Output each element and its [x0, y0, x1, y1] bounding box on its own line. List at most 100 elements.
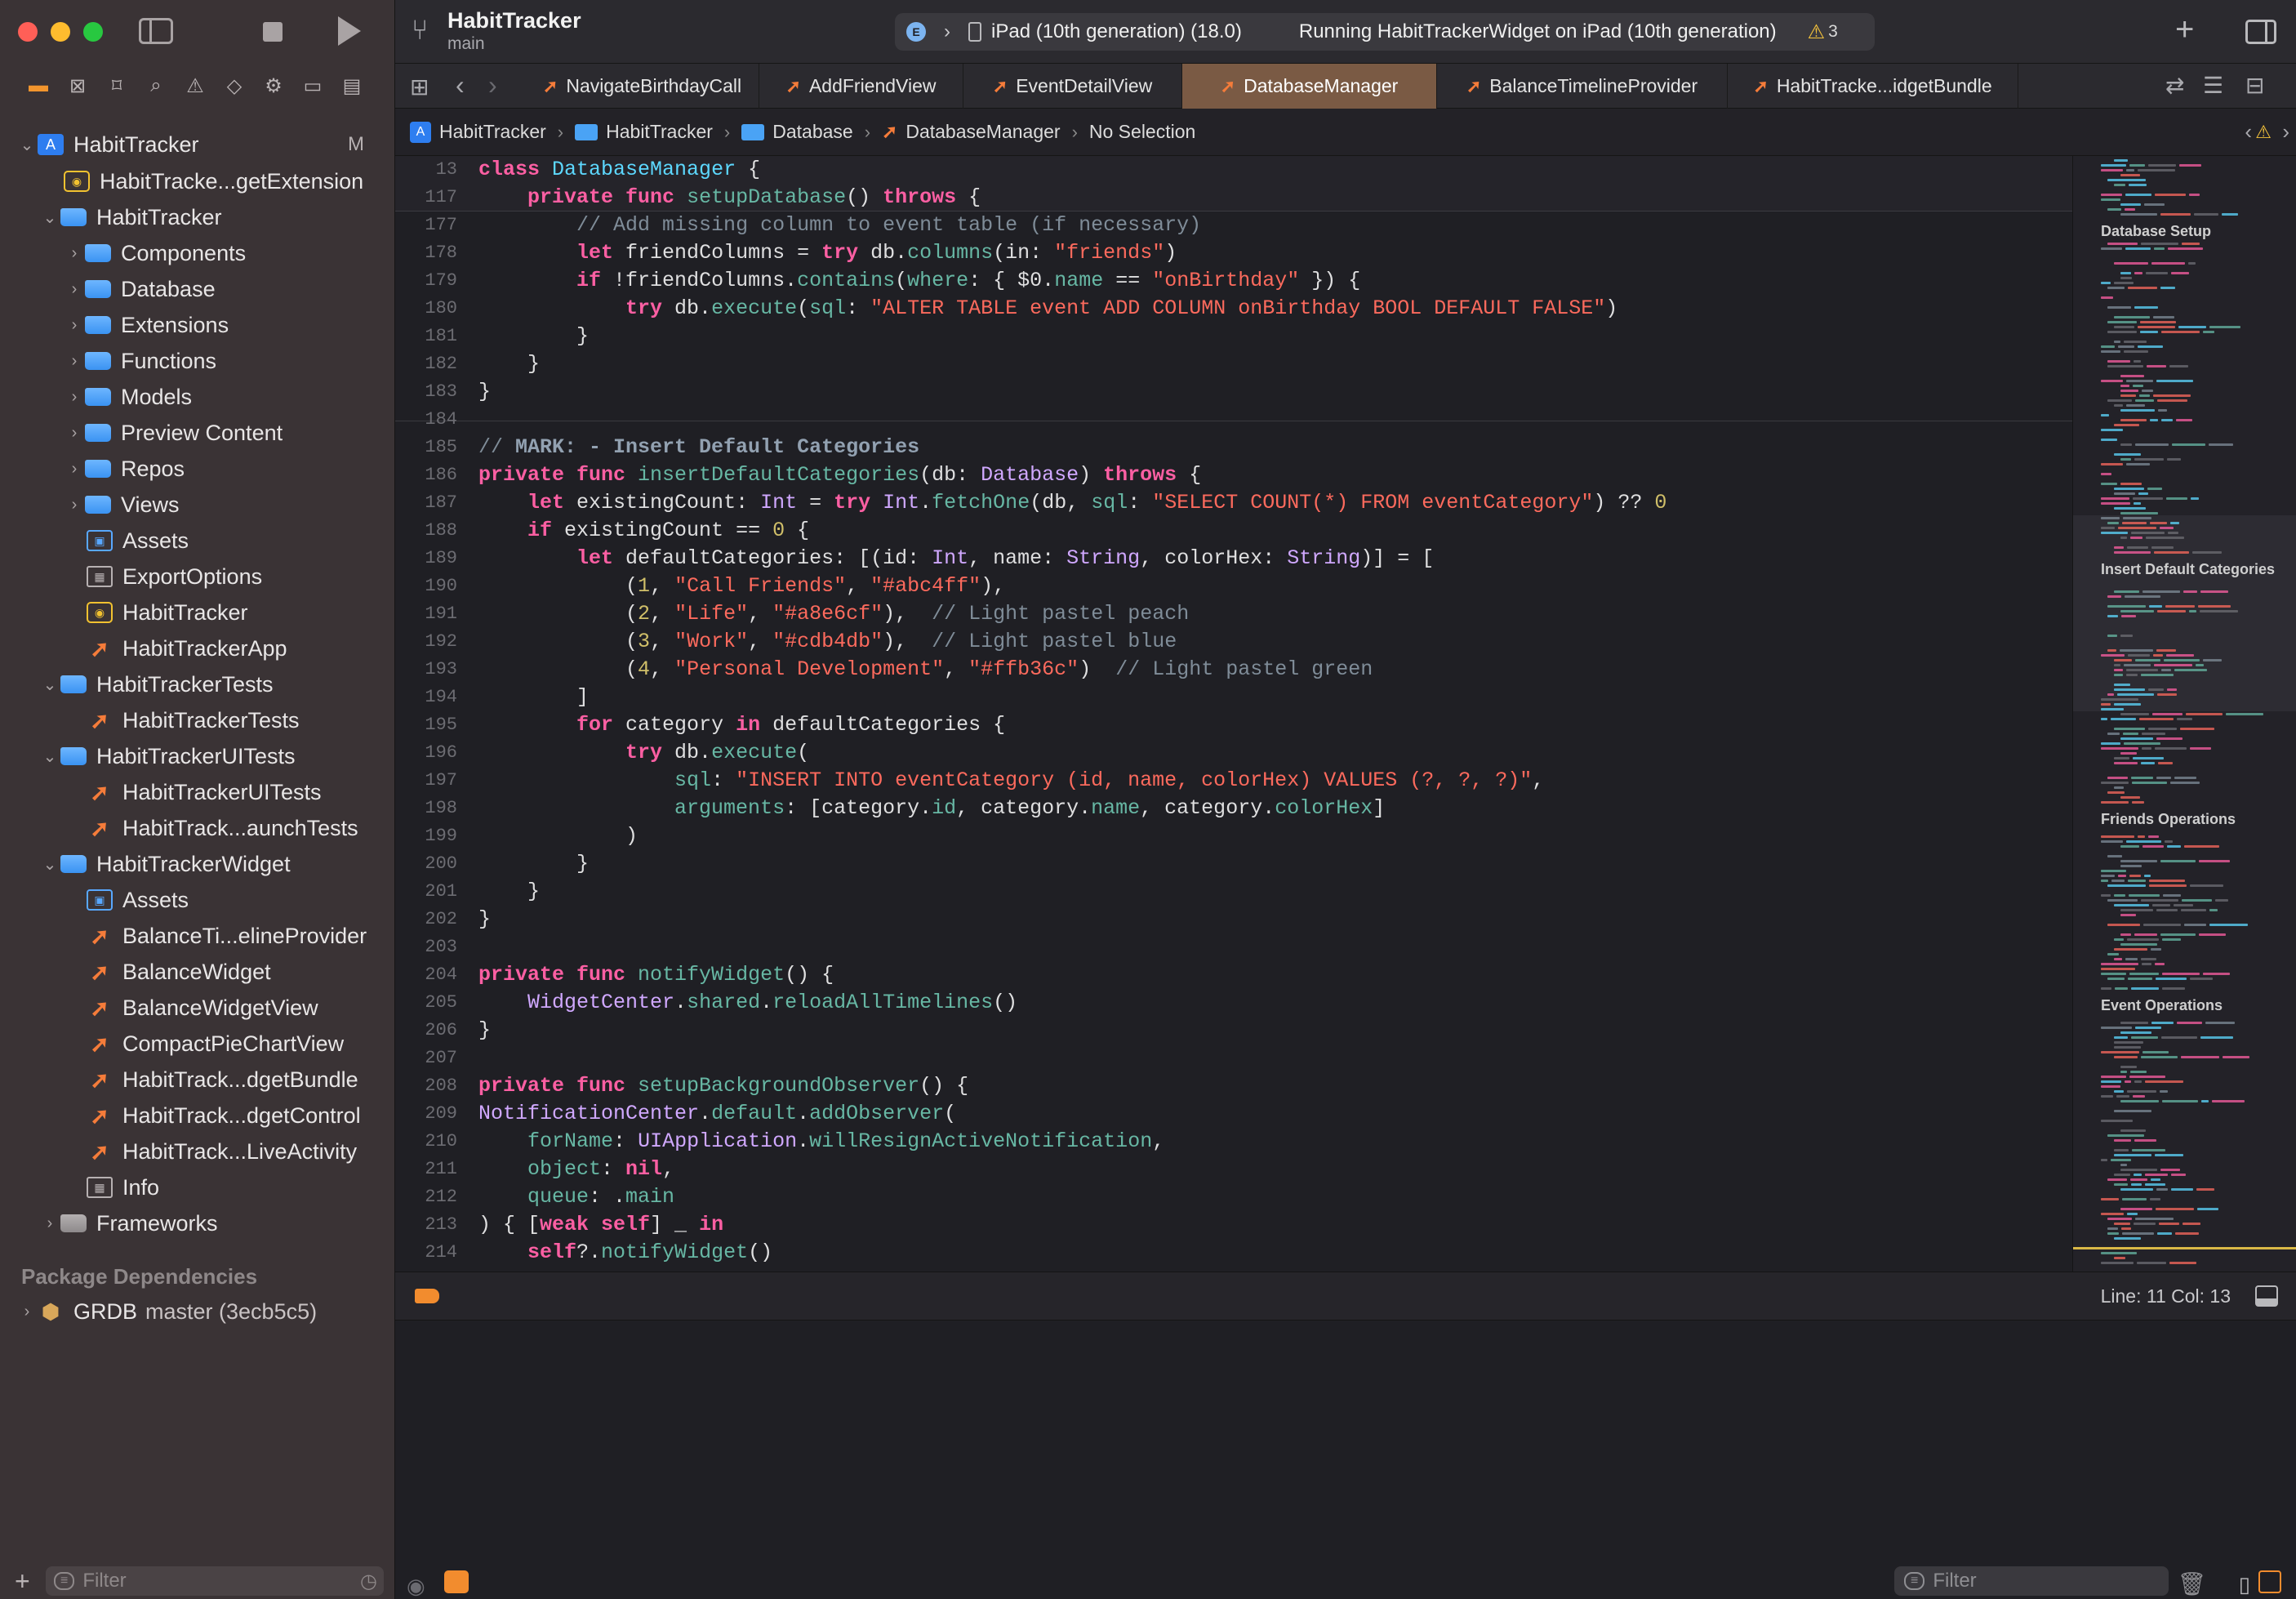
zoom-window-button[interactable]: [83, 22, 103, 42]
tree-item-widgetcontrol[interactable]: ➚ HabitTrack...dgetControl: [0, 1098, 395, 1134]
chevron-right-icon[interactable]: ›: [64, 352, 85, 371]
project-navigator-icon[interactable]: ▬: [24, 72, 52, 100]
tab-balancetimelineprovider[interactable]: ➚ BalanceTimelineProvider: [1437, 64, 1728, 109]
navigator-filter-field[interactable]: ≡ Filter ◷: [46, 1566, 384, 1596]
tree-item-compactpiechartview[interactable]: ➚ CompactPieChartView: [0, 1026, 395, 1062]
add-file-icon[interactable]: +: [15, 1566, 30, 1597]
tab-widgetbundle[interactable]: ➚ HabitTracke...idgetBundle: [1728, 64, 2018, 109]
minimize-window-button[interactable]: [51, 22, 70, 42]
chevron-right-icon[interactable]: ›: [16, 1303, 38, 1321]
tree-item-widgetbundle[interactable]: ➚ HabitTrack...dgetBundle: [0, 1062, 395, 1098]
debug-navigator-icon[interactable]: ⚙: [260, 72, 287, 100]
tree-item-habittrackerapp[interactable]: ➚ HabitTrackerApp: [0, 630, 395, 666]
stop-button[interactable]: [263, 22, 283, 42]
debug-area[interactable]: ◉ ▯ 🗑: [395, 1321, 2296, 1599]
split-panel-icon[interactable]: [2258, 1570, 2281, 1593]
minimap[interactable]: Database Setup Insert Default Categories…: [2072, 156, 2296, 1272]
tree-item-widget-assets[interactable]: ▣ Assets: [0, 882, 395, 918]
tree-item-launchtests[interactable]: ➚ HabitTrack...aunchTests: [0, 810, 395, 846]
warning-icon[interactable]: ⚠: [1808, 20, 1826, 44]
toggle-inspector-icon[interactable]: [2245, 20, 2276, 44]
tree-item-extension[interactable]: ◉ HabitTracke...getExtension: [0, 163, 395, 199]
tree-item-habittrackertests[interactable]: ➚ HabitTrackerTests: [0, 702, 395, 738]
add-library-icon[interactable]: +: [2175, 11, 2194, 48]
scheme-chevron-icon[interactable]: ›: [944, 20, 950, 43]
minimap-viewport[interactable]: [2073, 515, 2296, 711]
breakpoint-navigator-icon[interactable]: ▭: [299, 72, 327, 100]
tree-item-exportoptions[interactable]: ▦ ExportOptions: [0, 559, 395, 595]
chevron-down-icon[interactable]: ⌄: [39, 854, 60, 875]
chevron-down-icon[interactable]: ⌄: [16, 135, 38, 155]
editor-options-icon[interactable]: ☰: [2203, 72, 2223, 99]
next-issue-icon[interactable]: ›: [2282, 119, 2289, 145]
tree-folder-preview-content[interactable]: › Preview Content: [0, 415, 395, 451]
toggle-navigator-icon[interactable]: [139, 18, 173, 44]
find-navigator-icon[interactable]: ⌕: [142, 72, 170, 100]
tree-item-liveactivity[interactable]: ➚ HabitTrack...LiveActivity: [0, 1134, 395, 1169]
issue-navigator-icon[interactable]: ⚠: [181, 72, 209, 100]
previous-issue-icon[interactable]: ‹: [2245, 119, 2252, 145]
split-editor-icon[interactable]: ⊟: [2245, 72, 2264, 99]
trash-icon[interactable]: 🗑: [2177, 1570, 2206, 1597]
recent-files-icon[interactable]: ◷: [360, 1570, 377, 1593]
tab-databasemanager[interactable]: ➚ DatabaseManager: [1182, 64, 1437, 109]
warning-count[interactable]: 3: [1828, 22, 1838, 42]
toggle-debug-area-icon[interactable]: [2255, 1285, 2278, 1307]
project-title[interactable]: HabitTracker: [447, 8, 581, 33]
chevron-right-icon[interactable]: ›: [64, 424, 85, 443]
tab-addfriendview[interactable]: ➚ AddFriendView: [759, 64, 963, 109]
branch-name[interactable]: main: [447, 34, 485, 54]
run-destination[interactable]: iPad (10th generation) (18.0): [991, 20, 1242, 43]
related-items-icon[interactable]: ⊞: [410, 73, 429, 100]
back-chevron-icon[interactable]: ‹: [456, 70, 465, 100]
chevron-right-icon[interactable]: ›: [64, 244, 85, 263]
tree-item-assets[interactable]: ▣ Assets: [0, 523, 395, 559]
tree-folder-functions[interactable]: › Functions: [0, 343, 395, 379]
eye-icon[interactable]: ◉: [407, 1574, 425, 1599]
chevron-right-icon[interactable]: ›: [64, 496, 85, 514]
minimap-section-label[interactable]: Insert Default Categories: [2101, 561, 2275, 578]
tree-item-balancetimelineprovider[interactable]: ➚ BalanceTi...elineProvider: [0, 918, 395, 954]
chevron-down-icon[interactable]: ⌄: [39, 207, 60, 228]
minimap-section-label[interactable]: Database Setup: [2101, 223, 2211, 240]
tree-item-habittrackeruitests[interactable]: ➚ HabitTrackerUITests: [0, 774, 395, 810]
tree-item-balancewidgetview[interactable]: ➚ BalanceWidgetView: [0, 990, 395, 1026]
forward-chevron-icon[interactable]: ›: [488, 70, 497, 100]
breadcrumb-file[interactable]: ➚ DatabaseManager: [882, 121, 1061, 143]
run-button[interactable]: [338, 16, 361, 46]
warning-icon[interactable]: ⚠: [2255, 122, 2272, 143]
variables-view-icon[interactable]: [444, 1570, 469, 1593]
source-editor[interactable]: 13 class DatabaseManager { 117 private f…: [395, 156, 2072, 1272]
sticky-scope-header[interactable]: 13 class DatabaseManager {: [395, 156, 2072, 184]
tree-project-habittracker[interactable]: ⌄ A HabitTracker M: [0, 127, 395, 163]
chevron-down-icon[interactable]: ⌄: [39, 675, 60, 695]
chevron-right-icon[interactable]: ›: [64, 460, 85, 479]
package-grdb[interactable]: › ⬢ GRDB master (3ecb5c5): [0, 1294, 395, 1330]
sticky-scope-header[interactable]: 117 private func setupDatabase() throws …: [395, 184, 2072, 212]
console-panel-icon[interactable]: ▯: [2239, 1572, 2250, 1597]
chevron-down-icon[interactable]: ⌄: [39, 746, 60, 767]
tab-eventdetailview[interactable]: ➚ EventDetailView: [963, 64, 1182, 109]
test-navigator-icon[interactable]: ◇: [220, 72, 248, 100]
minimap-section-label[interactable]: Event Operations: [2101, 997, 2223, 1014]
tree-folder-views[interactable]: › Views: [0, 487, 395, 523]
chevron-right-icon[interactable]: ›: [64, 280, 85, 299]
breakpoint-toggle-icon[interactable]: [415, 1289, 439, 1303]
tree-folder-habittrackertests[interactable]: ⌄ HabitTrackerTests: [0, 666, 395, 702]
close-window-button[interactable]: [18, 22, 38, 42]
scheme-icon[interactable]: E: [906, 22, 926, 42]
swap-editor-icon[interactable]: ⇄: [2165, 72, 2184, 99]
tree-folder-models[interactable]: › Models: [0, 379, 395, 415]
breadcrumb-folder[interactable]: HabitTracker: [575, 121, 713, 143]
tree-folder-components[interactable]: › Components: [0, 235, 395, 271]
report-navigator-icon[interactable]: ▤: [338, 72, 366, 100]
tree-folder-database[interactable]: › Database: [0, 271, 395, 307]
breadcrumb-project[interactable]: A HabitTracker: [410, 121, 546, 143]
source-control-navigator-icon[interactable]: ⊠: [64, 72, 91, 100]
tree-folder-habittrackeruitests[interactable]: ⌄ HabitTrackerUITests: [0, 738, 395, 774]
chevron-right-icon[interactable]: ›: [64, 316, 85, 335]
tree-folder-habittracker[interactable]: ⌄ HabitTracker: [0, 199, 395, 235]
tree-item-info[interactable]: ▦ Info: [0, 1169, 395, 1205]
tree-folder-repos[interactable]: › Repos: [0, 451, 395, 487]
tree-folder-habittrackerwidget[interactable]: ⌄ HabitTrackerWidget: [0, 846, 395, 882]
